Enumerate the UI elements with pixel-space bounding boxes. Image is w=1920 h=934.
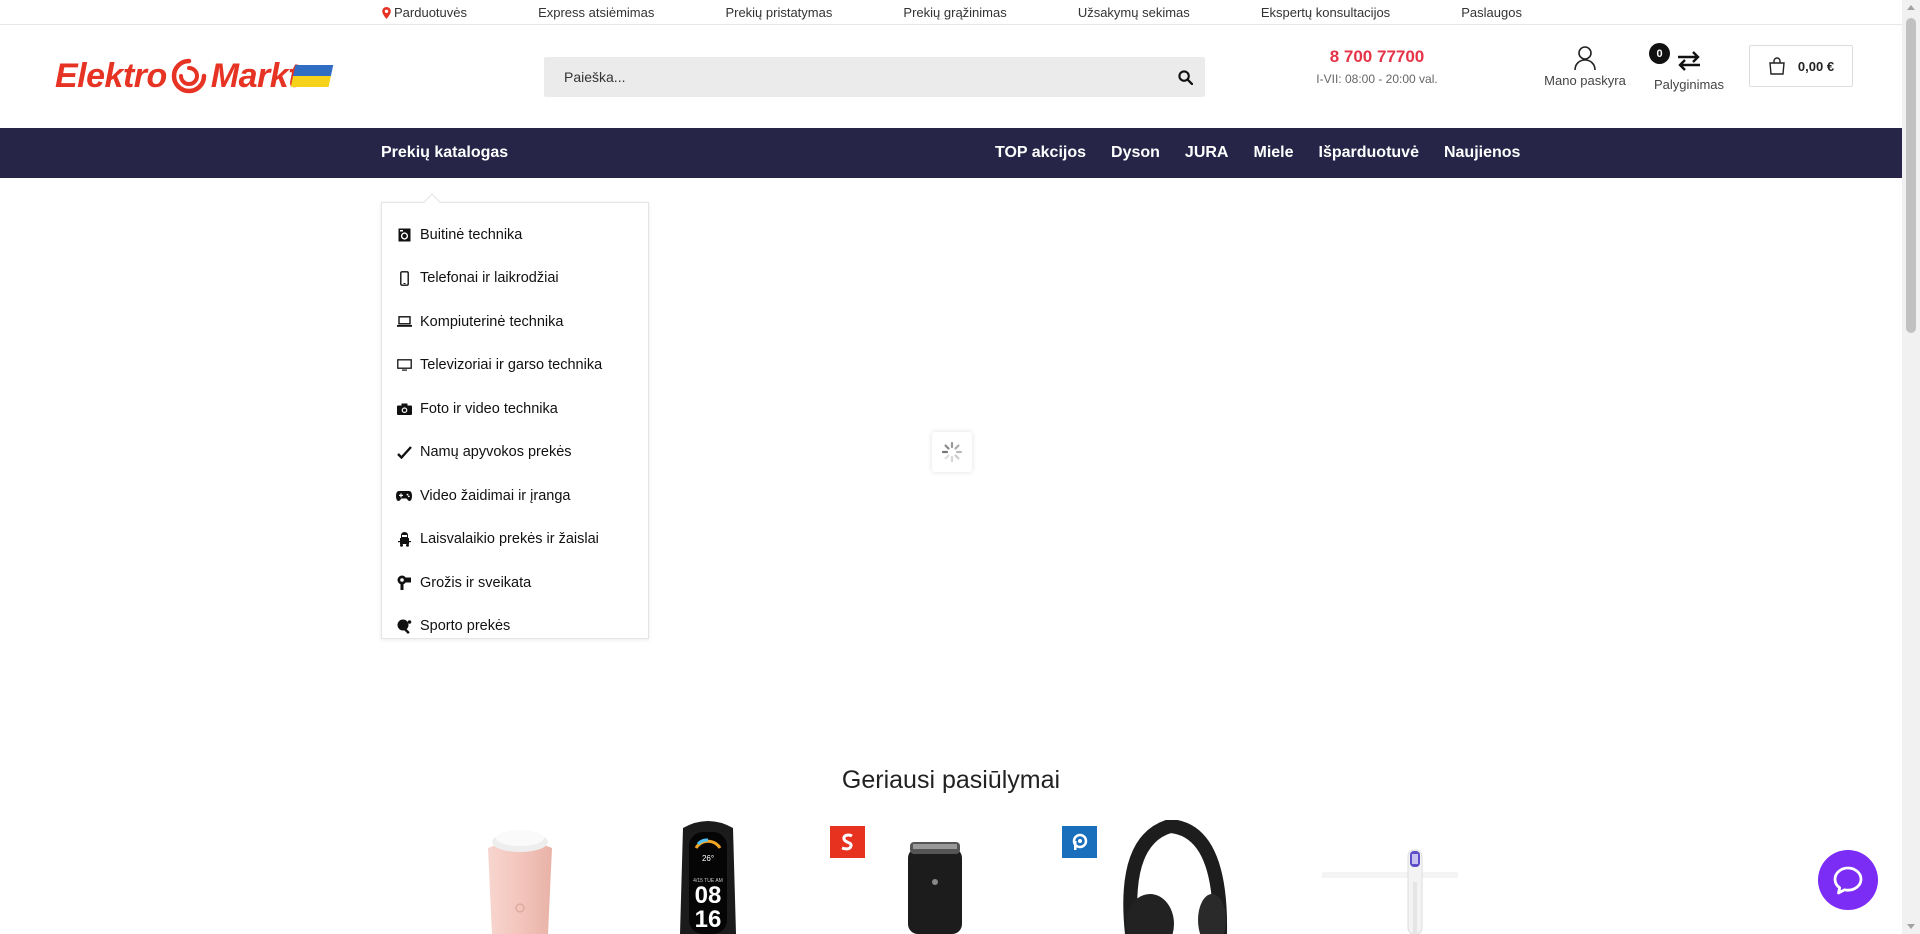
product-image-toothbrush bbox=[1322, 849, 1458, 934]
compare-arrows-icon bbox=[1678, 51, 1700, 71]
loading-spinner bbox=[932, 432, 972, 472]
main-nav: Prekių katalogas TOP akcijos Dyson JURA … bbox=[0, 128, 1902, 178]
logo-swirl-icon bbox=[171, 58, 207, 94]
nav-link-top-deals[interactable]: TOP akcijos bbox=[995, 144, 1086, 162]
site-header: Elektro Markt 8 700 77700 I-VII: 08:00 -… bbox=[0, 25, 1902, 128]
nav-link-miele[interactable]: Miele bbox=[1253, 144, 1293, 162]
top-link-label: Parduotuvės bbox=[394, 5, 467, 20]
nav-link-dyson[interactable]: Dyson bbox=[1111, 144, 1160, 162]
nav-link-news[interactable]: Naujienos bbox=[1444, 144, 1520, 162]
scroll-down-arrow-icon[interactable] bbox=[1907, 924, 1915, 929]
product-card[interactable] bbox=[830, 820, 1000, 934]
scroll-up-arrow-icon[interactable] bbox=[1907, 5, 1915, 10]
catalog-item-label: Telefonai ir laikrodžiai bbox=[420, 270, 559, 287]
scrollbar-thumb[interactable] bbox=[1906, 18, 1916, 333]
compare-count-badge: 0 bbox=[1649, 43, 1670, 64]
product-image-shaver bbox=[908, 842, 962, 934]
tv-icon bbox=[396, 357, 412, 373]
logo[interactable]: Elektro Markt bbox=[55, 52, 334, 100]
catalog-item-label: Sporto prekės bbox=[420, 618, 511, 635]
catalog-item-label: Kompiuterinė technika bbox=[420, 313, 564, 330]
compare-button[interactable]: 0 Palyginimas bbox=[1648, 41, 1730, 92]
catalog-item-sports[interactable]: Sporto prekės bbox=[382, 605, 648, 649]
product-image-headphones bbox=[1123, 820, 1228, 934]
nav-link-sale[interactable]: Išparduotuvė bbox=[1319, 144, 1419, 162]
catalog-menu-button[interactable]: Prekių katalogas bbox=[381, 128, 508, 178]
catalog-item-phones-watches[interactable]: Telefonai ir laikrodžiai bbox=[382, 257, 648, 301]
watch-minute: 16 bbox=[694, 906, 722, 933]
phone-number[interactable]: 8 700 77700 bbox=[1300, 47, 1454, 67]
catalog-item-label: Namų apyvokos prekės bbox=[420, 444, 572, 461]
top-link-express-pickup[interactable]: Express atsiėmimas bbox=[538, 5, 654, 20]
top-utility-bar: Parduotuvės Express atsiėmimas Prekių pr… bbox=[0, 0, 1902, 25]
chat-bubble-icon bbox=[1833, 866, 1863, 895]
spinner-icon bbox=[941, 441, 963, 463]
compare-label: Palyginimas bbox=[1653, 77, 1725, 92]
catalog-item-photo-video[interactable]: Foto ir video technika bbox=[382, 387, 648, 431]
search-icon bbox=[1177, 69, 1193, 85]
phone-icon bbox=[396, 270, 412, 286]
search-button[interactable] bbox=[1165, 57, 1205, 97]
household-icon bbox=[396, 444, 412, 460]
hairdryer-icon bbox=[396, 575, 412, 591]
gamepad-icon bbox=[396, 488, 412, 504]
best-offers-carousel: 26° 4/15 TUE AM 08 16 bbox=[420, 820, 1520, 934]
washing-machine-icon bbox=[396, 227, 412, 243]
top-link-stores[interactable]: Parduotuvės bbox=[382, 5, 467, 20]
user-icon bbox=[1574, 46, 1596, 71]
catalog-item-video-games[interactable]: Video žaidimai ir įranga bbox=[382, 474, 648, 518]
product-card[interactable] bbox=[1062, 820, 1242, 934]
ping-pong-icon bbox=[396, 618, 412, 634]
cart-total: 0,00 € bbox=[1797, 58, 1835, 74]
watch-hour: 08 bbox=[694, 882, 722, 909]
nav-links: TOP akcijos Dyson JURA Miele Išparduotuv… bbox=[995, 128, 1520, 178]
catalog-item-household-goods[interactable]: Namų apyvokos prekės bbox=[382, 431, 648, 475]
top-link-delivery[interactable]: Prekių pristatymas bbox=[725, 5, 832, 20]
working-hours: I-VII: 08:00 - 20:00 val. bbox=[1316, 72, 1438, 86]
my-account-button[interactable]: Mano paskyra bbox=[1540, 45, 1630, 88]
logo-text-right: Markt bbox=[210, 56, 300, 95]
catalog-item-label: Video žaidimai ir įranga bbox=[420, 487, 571, 504]
logo-wordmark: Elektro Markt bbox=[55, 57, 299, 96]
search-bar bbox=[544, 57, 1205, 97]
top-links: Parduotuvės Express atsiėmimas Prekių pr… bbox=[382, 0, 1522, 25]
camera-icon bbox=[396, 401, 412, 417]
laptop-icon bbox=[396, 314, 412, 330]
nav-link-jura[interactable]: JURA bbox=[1185, 144, 1229, 162]
product-card[interactable] bbox=[1320, 820, 1460, 934]
product-card[interactable]: 26° 4/15 TUE AM 08 16 bbox=[658, 820, 758, 934]
shopping-bag-icon bbox=[1769, 57, 1785, 75]
catalog-item-label: Foto ir video technika bbox=[420, 400, 558, 417]
top-link-services[interactable]: Paslaugos bbox=[1461, 5, 1522, 20]
catalog-item-label: Buitinė technika bbox=[420, 226, 523, 243]
catalog-item-computers[interactable]: Kompiuterinė technika bbox=[382, 300, 648, 344]
best-offers-title: Geriausi pasiūlymai bbox=[841, 766, 1061, 794]
product-card[interactable] bbox=[450, 820, 590, 934]
chat-button[interactable] bbox=[1818, 850, 1878, 910]
catalog-item-label: Laisvalaikio prekės ir žaislai bbox=[420, 531, 599, 548]
catalog-item-leisure-toys[interactable]: Laisvalaikio prekės ir žaislai bbox=[382, 518, 648, 562]
logo-text-left: Elektro bbox=[55, 56, 167, 95]
page-scrollbar[interactable] bbox=[1902, 0, 1920, 934]
account-label: Mano paskyra bbox=[1544, 73, 1626, 88]
catalog-item-household-appliances[interactable]: Buitinė technika bbox=[382, 213, 648, 257]
catalog-item-label: Grožis ir sveikata bbox=[420, 574, 532, 591]
phone-block: 8 700 77700 I-VII: 08:00 - 20:00 val. bbox=[1300, 47, 1454, 86]
search-input[interactable] bbox=[544, 57, 1165, 97]
toy-icon bbox=[396, 531, 412, 547]
catalog-item-beauty-health[interactable]: Grožis ir sveikata bbox=[382, 561, 648, 605]
top-link-returns[interactable]: Prekių grąžinimas bbox=[903, 5, 1006, 20]
catalog-dropdown: Buitinė technika Telefonai ir laikrodžia… bbox=[381, 193, 649, 639]
watch-temperature: 26° bbox=[701, 854, 715, 863]
top-link-order-tracking[interactable]: Užsakymų sekimas bbox=[1078, 5, 1190, 20]
ukraine-flag-icon bbox=[290, 65, 334, 87]
cart-button[interactable]: 0,00 € bbox=[1749, 45, 1853, 87]
catalog-item-tv-audio[interactable]: Televizoriai ir garso technika bbox=[382, 344, 648, 388]
top-link-expert-consultations[interactable]: Ekspertų konsultacijos bbox=[1261, 5, 1390, 20]
map-pin-icon bbox=[382, 6, 391, 19]
product-image-face-brush bbox=[488, 830, 552, 934]
catalog-item-label: Televizoriai ir garso technika bbox=[420, 357, 603, 374]
